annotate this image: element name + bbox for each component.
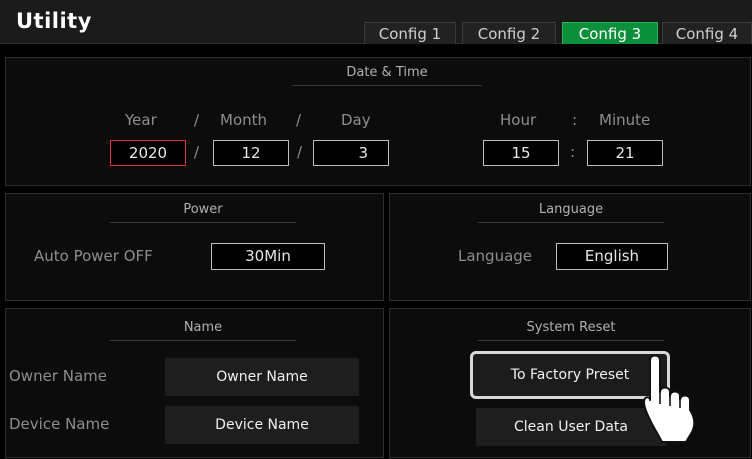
language-title: Language	[478, 202, 664, 223]
time-separator: :	[570, 143, 576, 161]
name-title: Name	[110, 320, 296, 341]
hand-pointer-icon	[640, 352, 732, 444]
date-separator: /	[194, 143, 200, 161]
date-separator: /	[194, 111, 200, 129]
time-separator: :	[572, 111, 578, 129]
device-name-field[interactable]: Device Name	[165, 406, 359, 444]
date-separator: /	[297, 143, 303, 161]
tab-config-3[interactable]: Config 3	[562, 22, 658, 44]
date-separator: /	[296, 111, 302, 129]
owner-name-label: Owner Name	[9, 367, 107, 385]
clean-user-data-button[interactable]: Clean User Data	[476, 408, 666, 446]
minute-label: Minute	[599, 111, 651, 129]
tab-config-1[interactable]: Config 1	[364, 22, 456, 44]
hour-label: Hour	[500, 111, 537, 129]
day-label: Day	[341, 111, 371, 129]
auto-power-off-field[interactable]: 30Min	[211, 243, 325, 270]
language-field[interactable]: English	[556, 243, 668, 270]
owner-name-field[interactable]: Owner Name	[165, 358, 359, 396]
hour-field[interactable]: 15	[483, 140, 559, 166]
day-field[interactable]: 3	[313, 140, 389, 166]
power-title: Power	[110, 202, 296, 223]
page-title: Utility	[16, 9, 92, 33]
month-field[interactable]: 12	[213, 140, 289, 166]
month-label: Month	[220, 111, 268, 129]
system-reset-title: System Reset	[478, 320, 664, 341]
tab-config-4[interactable]: Config 4	[662, 22, 752, 44]
minute-field[interactable]: 21	[587, 140, 663, 166]
date-time-title: Date & Time	[292, 65, 482, 86]
device-name-label: Device Name	[9, 415, 110, 433]
year-label: Year	[125, 111, 157, 129]
title-bar: Utility Config 1 Config 2 Config 3 Confi…	[0, 0, 752, 44]
tab-config-2[interactable]: Config 2	[462, 22, 556, 44]
year-field[interactable]: 2020	[110, 140, 186, 166]
language-label: Language	[458, 247, 533, 265]
auto-power-off-label: Auto Power OFF	[34, 247, 153, 265]
